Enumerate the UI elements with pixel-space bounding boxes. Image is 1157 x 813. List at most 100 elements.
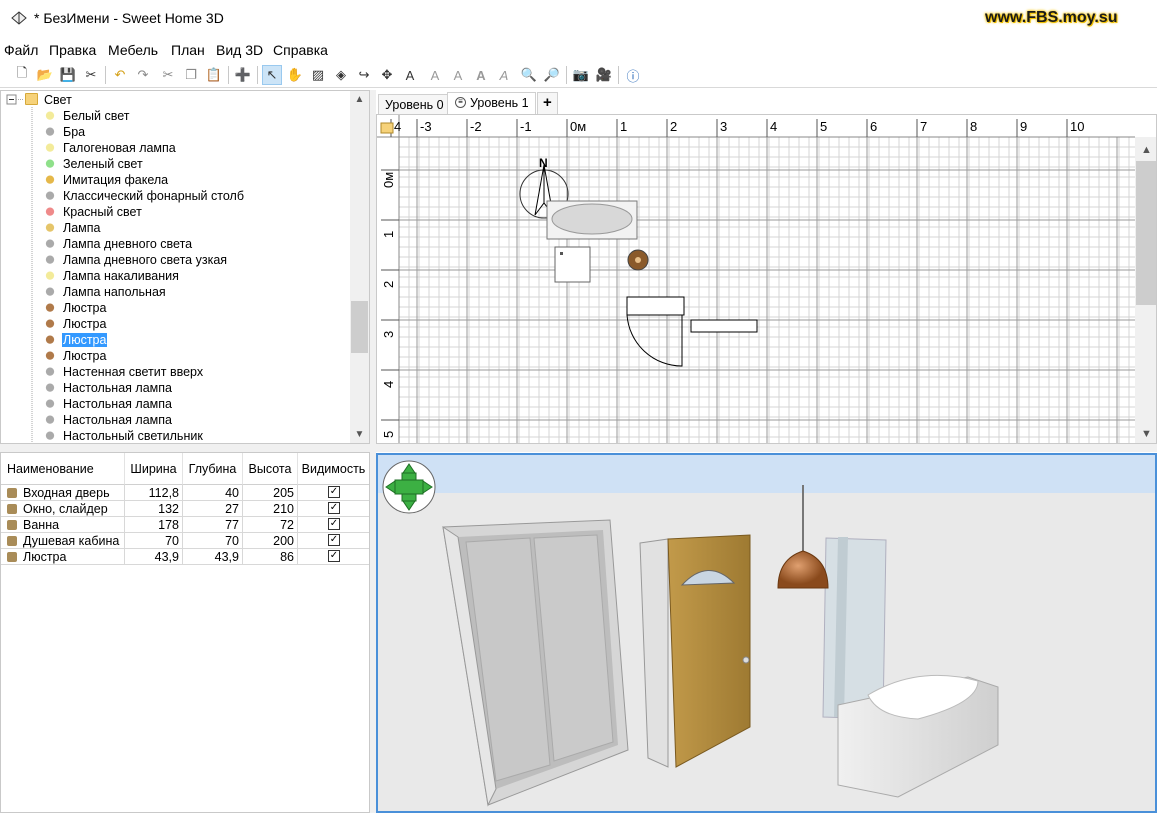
tree-item[interactable]: Люстра [1, 333, 349, 349]
plan-3d-splitter[interactable] [376, 444, 1157, 452]
tree-item[interactable]: Лампа накаливания [1, 269, 349, 285]
catalog-splitter[interactable] [0, 444, 370, 452]
door-plan[interactable] [626, 296, 685, 316]
visibility-checkbox[interactable]: ✓ [328, 550, 340, 562]
col-depth[interactable]: Глубина [183, 453, 243, 485]
add-level-button[interactable]: + [537, 92, 558, 114]
scroll-up-icon[interactable]: ▲ [351, 94, 368, 105]
cut-icon[interactable]: ✂ [158, 65, 178, 85]
visibility-checkbox[interactable]: ✓ [328, 486, 340, 498]
table-row[interactable]: Ванна 178 77 72 ✓ [1, 517, 369, 533]
plan-scroll-thumb[interactable] [1136, 161, 1156, 305]
tree-item[interactable]: Настольный светильник [1, 429, 349, 443]
tree-root-lights[interactable]: Свет [44, 93, 72, 107]
create-video-icon[interactable]: 🎥 [594, 65, 614, 85]
tree-item[interactable]: Красный свет [1, 205, 349, 221]
tree-item[interactable]: Лампа напольная [1, 285, 349, 301]
col-height[interactable]: Высота [243, 453, 298, 485]
tree-item[interactable]: Настольная лампа [1, 397, 349, 413]
window-plan[interactable] [690, 319, 758, 333]
undo-icon[interactable]: ↶ [110, 65, 130, 85]
cell-width: 132 [125, 501, 183, 517]
3d-scene[interactable] [378, 455, 1155, 811]
open-icon[interactable]: 📂 [35, 65, 55, 85]
scroll-thumb[interactable] [351, 301, 368, 353]
pan-mode-icon[interactable]: ✋ [285, 65, 305, 85]
table-row[interactable]: Входная дверь 112,8 40 205 ✓ [1, 485, 369, 501]
furniture-icon [7, 488, 17, 498]
bulb-icon [43, 142, 57, 156]
tree-item[interactable]: Белый свет [1, 109, 349, 125]
create-walls-icon[interactable]: ▨ [308, 65, 328, 85]
menu-edit[interactable]: Правка [49, 42, 96, 58]
add-furniture-icon[interactable]: ➕ [233, 65, 253, 85]
visibility-checkbox[interactable]: ✓ [328, 534, 340, 546]
tab-level-0[interactable]: Уровень 0 [378, 94, 451, 116]
menu-plan[interactable]: План [171, 42, 205, 58]
decrease-text-icon[interactable]: A [448, 65, 468, 85]
col-visibility[interactable]: Видимость [298, 453, 369, 485]
3d-view[interactable] [376, 453, 1157, 813]
tree-item[interactable]: Настенная светит вверх [1, 365, 349, 381]
lock-icon[interactable] [380, 122, 394, 134]
save-icon[interactable]: 💾 [58, 65, 78, 85]
scroll-down-icon[interactable]: ▼ [351, 429, 368, 440]
bold-text-icon[interactable]: A [471, 65, 491, 85]
visibility-checkbox[interactable]: ✓ [328, 518, 340, 530]
tree-item[interactable]: Зеленый свет [1, 157, 349, 173]
ruler-x-label: 3 [720, 119, 727, 134]
tree-item[interactable]: Люстра [1, 349, 349, 365]
ruler-y-label: 4 [381, 381, 396, 388]
scroll-up-icon[interactable]: ▲ [1141, 144, 1152, 156]
menu-help[interactable]: Справка [273, 42, 328, 58]
help-icon[interactable]: ⓘ [623, 65, 643, 85]
add-text-icon[interactable]: A [400, 65, 420, 85]
desk-lamp-icon [43, 398, 57, 412]
tree-item[interactable]: Лампа дневного света [1, 237, 349, 253]
zoom-out-icon[interactable]: 🔎 [542, 65, 562, 85]
tree-item[interactable]: Лампа дневного света узкая [1, 253, 349, 269]
plan-canvas[interactable]: 4 -3 -2 -1 0м 1 2 3 4 5 6 7 8 9 10 0м 1 2 3 4 5 ▲ ▼ N [377, 115, 1157, 444]
furniture-table[interactable]: Наименование Ширина Глубина Высота Видим… [0, 452, 370, 813]
tree-item-label: Лампа напольная [63, 285, 166, 299]
col-width[interactable]: Ширина [125, 453, 183, 485]
italic-text-icon[interactable]: A [494, 65, 514, 85]
redo-icon[interactable]: ↷ [133, 65, 153, 85]
tree-item[interactable]: Настольная лампа [1, 413, 349, 429]
tree-item[interactable]: Люстра [1, 317, 349, 333]
furniture-catalog-tree[interactable]: Свет Белый свет Бра Галогеновая лампа Зелен… [0, 90, 370, 444]
scroll-down-icon[interactable]: ▼ [1141, 428, 1152, 440]
cell-height: 205 [243, 485, 298, 501]
tree-item[interactable]: Люстра [1, 301, 349, 317]
copy-icon[interactable]: ❐ [181, 65, 201, 85]
create-polylines-icon[interactable]: ↪ [354, 65, 374, 85]
tree-item-label: Белый свет [63, 109, 130, 123]
select-mode-icon[interactable]: ↖ [262, 65, 282, 85]
table-row[interactable]: Душевая кабина 70 70 200 ✓ [1, 533, 369, 549]
menu-3d-view[interactable]: Вид 3D [216, 42, 263, 58]
increase-text-icon[interactable]: A [425, 65, 445, 85]
tree-item[interactable]: Классический фонарный столб [1, 189, 349, 205]
tree-item[interactable]: Бра [1, 125, 349, 141]
tree-item[interactable]: Галогеновая лампа [1, 141, 349, 157]
table-row[interactable]: Окно, слайдер 132 27 210 ✓ [1, 501, 369, 517]
paste-icon[interactable]: 📋 [204, 65, 224, 85]
create-dimensions-icon[interactable]: ✥ [377, 65, 397, 85]
zoom-in-icon[interactable]: 🔍 [519, 65, 539, 85]
tree-item[interactable]: Лампа [1, 221, 349, 237]
new-home-icon[interactable]: 🗋 [12, 65, 32, 85]
menu-file[interactable]: Файл [4, 42, 38, 58]
tab-level-1-label: Уровень 1 [470, 96, 529, 110]
visibility-checkbox[interactable]: ✓ [328, 502, 340, 514]
create-photo-icon[interactable]: 📷 [571, 65, 591, 85]
create-rooms-icon[interactable]: ◈ [331, 65, 351, 85]
tree-item[interactable]: Имитация факела [1, 173, 349, 189]
preferences-icon[interactable]: ✂ [81, 65, 101, 85]
menu-furniture[interactable]: Мебель [108, 42, 158, 58]
navigation-arrows[interactable] [382, 460, 436, 514]
col-name[interactable]: Наименование [1, 453, 125, 485]
table-row[interactable]: Люстра 43,9 43,9 86 ✓ [1, 549, 369, 565]
plan-view[interactable]: 4 -3 -2 -1 0м 1 2 3 4 5 6 7 8 9 10 0м 1 2 3 4 5 ▲ ▼ N [376, 114, 1157, 444]
tree-item[interactable]: Настольная лампа [1, 381, 349, 397]
catalog-scrollbar[interactable]: ▲ ▼ [350, 91, 369, 443]
